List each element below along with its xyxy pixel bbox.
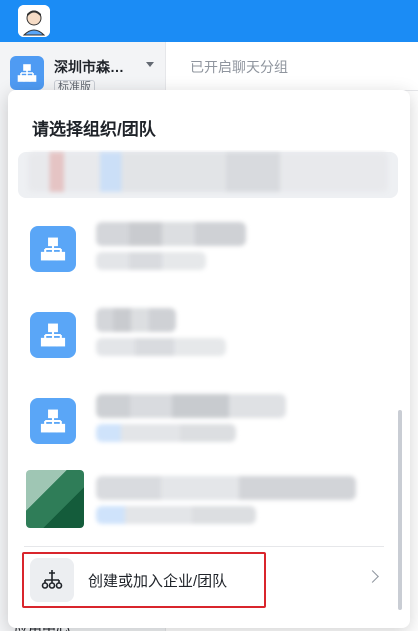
- caret-down-icon: [146, 62, 154, 67]
- org-logo-icon: [26, 470, 84, 528]
- org-select-popup: 请选择组织/团队 创建或加入企业/团队: [8, 90, 410, 628]
- create-or-join-org-button[interactable]: 创建或加入企业/团队: [22, 552, 266, 608]
- redacted-text: [96, 338, 226, 356]
- list-item[interactable]: [18, 460, 398, 540]
- org-chart-icon: [30, 398, 76, 444]
- redacted-text: [28, 152, 388, 192]
- user-avatar-icon[interactable]: [18, 5, 50, 37]
- create-or-join-label: 创建或加入企业/团队: [88, 573, 228, 590]
- list-item[interactable]: [18, 206, 398, 286]
- org-chart-icon: [10, 56, 44, 90]
- org-chart-icon: [30, 312, 76, 358]
- redacted-text: [96, 252, 206, 270]
- redacted-text: [96, 394, 286, 418]
- list-item[interactable]: [18, 292, 398, 372]
- org-list[interactable]: [8, 150, 410, 546]
- footer-divider: [24, 546, 384, 547]
- list-item[interactable]: [18, 378, 398, 458]
- redacted-text: [96, 222, 246, 246]
- redacted-text: [96, 308, 176, 332]
- org-switcher[interactable]: 深圳市森… 标准版: [0, 42, 166, 95]
- add-org-icon: [30, 558, 74, 602]
- chevron-right-icon[interactable]: [366, 570, 379, 583]
- popup-title: 请选择组织/团队: [32, 120, 156, 139]
- redacted-text: [96, 506, 256, 524]
- scrollbar[interactable]: [398, 410, 402, 610]
- org-chart-icon: [30, 226, 76, 272]
- page-title: 已开启聊天分组: [190, 59, 288, 75]
- redacted-text: [96, 424, 236, 442]
- org-name: 深圳市森…: [54, 59, 124, 75]
- top-bar: [0, 0, 418, 42]
- redacted-text: [96, 476, 356, 500]
- list-item-selected[interactable]: [18, 152, 398, 198]
